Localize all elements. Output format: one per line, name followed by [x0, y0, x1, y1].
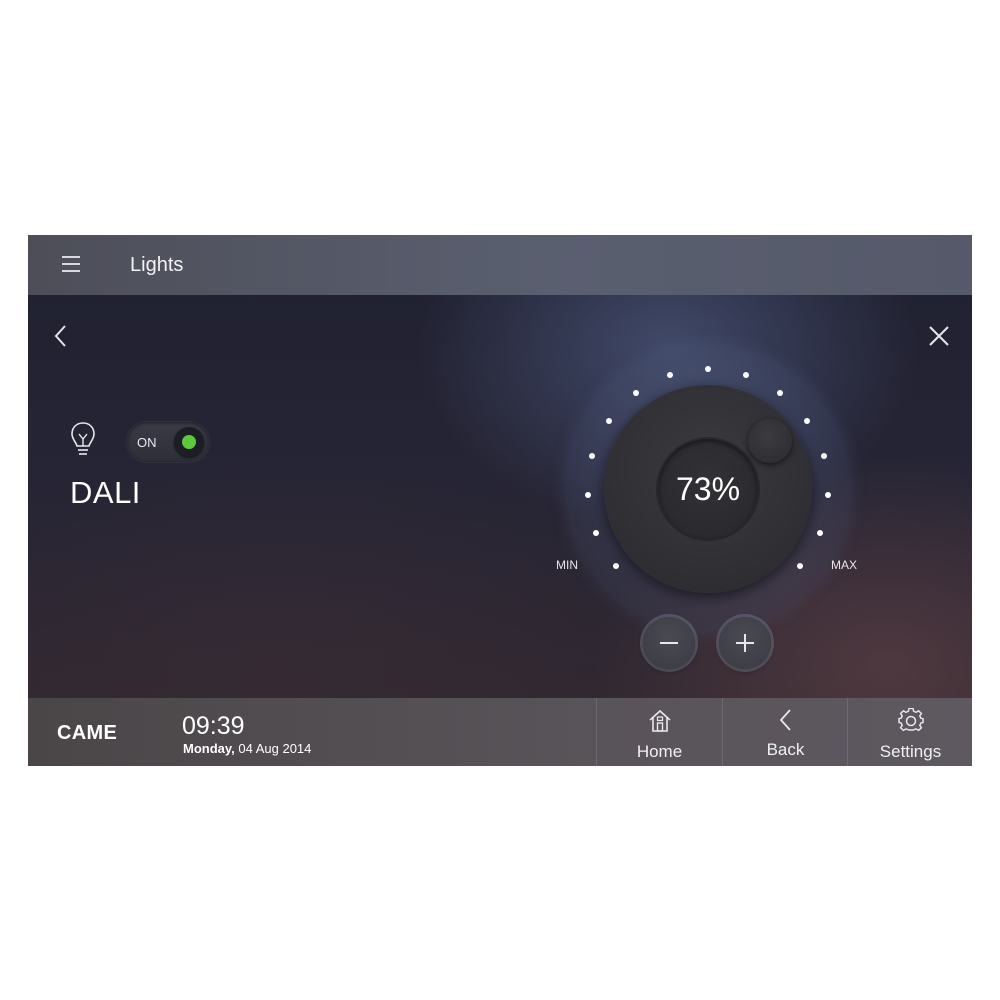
dial-tick	[632, 390, 639, 397]
chevron-left-icon	[779, 709, 791, 731]
date-weekday: Monday,	[183, 741, 235, 756]
nav-home-label: Home	[636, 742, 683, 761]
close-icon[interactable]	[927, 324, 951, 348]
toggle-label: ON	[137, 435, 157, 450]
clock-date: Monday, 04 Aug 2014	[183, 741, 311, 756]
max-label: MAX	[831, 558, 858, 572]
hamburger-menu-icon[interactable]	[62, 256, 80, 272]
page-title: Lights	[130, 254, 184, 276]
nav-settings-button[interactable]: Settings	[847, 698, 972, 766]
increase-button[interactable]	[719, 617, 771, 669]
home-icon	[649, 709, 671, 732]
on-indicator	[182, 435, 196, 449]
nav-settings-label: Settings	[879, 742, 942, 761]
came-logo: CAME	[57, 722, 118, 744]
nav-back-button[interactable]: Back	[722, 698, 848, 766]
dimmer-dial[interactable]: 73%	[566, 347, 850, 631]
plus-icon	[736, 634, 754, 652]
minus-icon	[660, 642, 678, 644]
device-name: DALI	[70, 475, 141, 510]
dimmer-value: 73%	[675, 471, 741, 507]
chevron-left-icon[interactable]	[50, 323, 74, 349]
dial-tick	[824, 491, 831, 498]
date-rest: 04 Aug 2014	[234, 741, 312, 756]
dial-center: 73%	[658, 439, 758, 539]
dial-tick	[796, 563, 803, 570]
min-label: MIN	[556, 558, 578, 572]
dial-tick	[816, 529, 823, 536]
light-bulb-icon	[68, 420, 98, 460]
top-bar: Lights	[28, 235, 972, 295]
clock-time: 09:39	[182, 712, 245, 740]
toggle-knob	[174, 427, 204, 457]
gear-icon	[898, 708, 924, 732]
dial-tick	[705, 366, 711, 372]
dial-handle[interactable]	[748, 419, 792, 463]
lights-screen: Lights ON DALI 73% MIN MAX CAME 09:39 Mo…	[28, 235, 972, 766]
dial-tick	[666, 372, 673, 379]
bottom-bar: CAME 09:39 Monday, 04 Aug 2014 Home Back	[28, 698, 972, 766]
nav-back-label: Back	[766, 740, 805, 759]
nav-home-button[interactable]: Home	[596, 698, 722, 766]
power-toggle[interactable]: ON	[127, 422, 209, 462]
decrease-button[interactable]	[643, 617, 695, 669]
